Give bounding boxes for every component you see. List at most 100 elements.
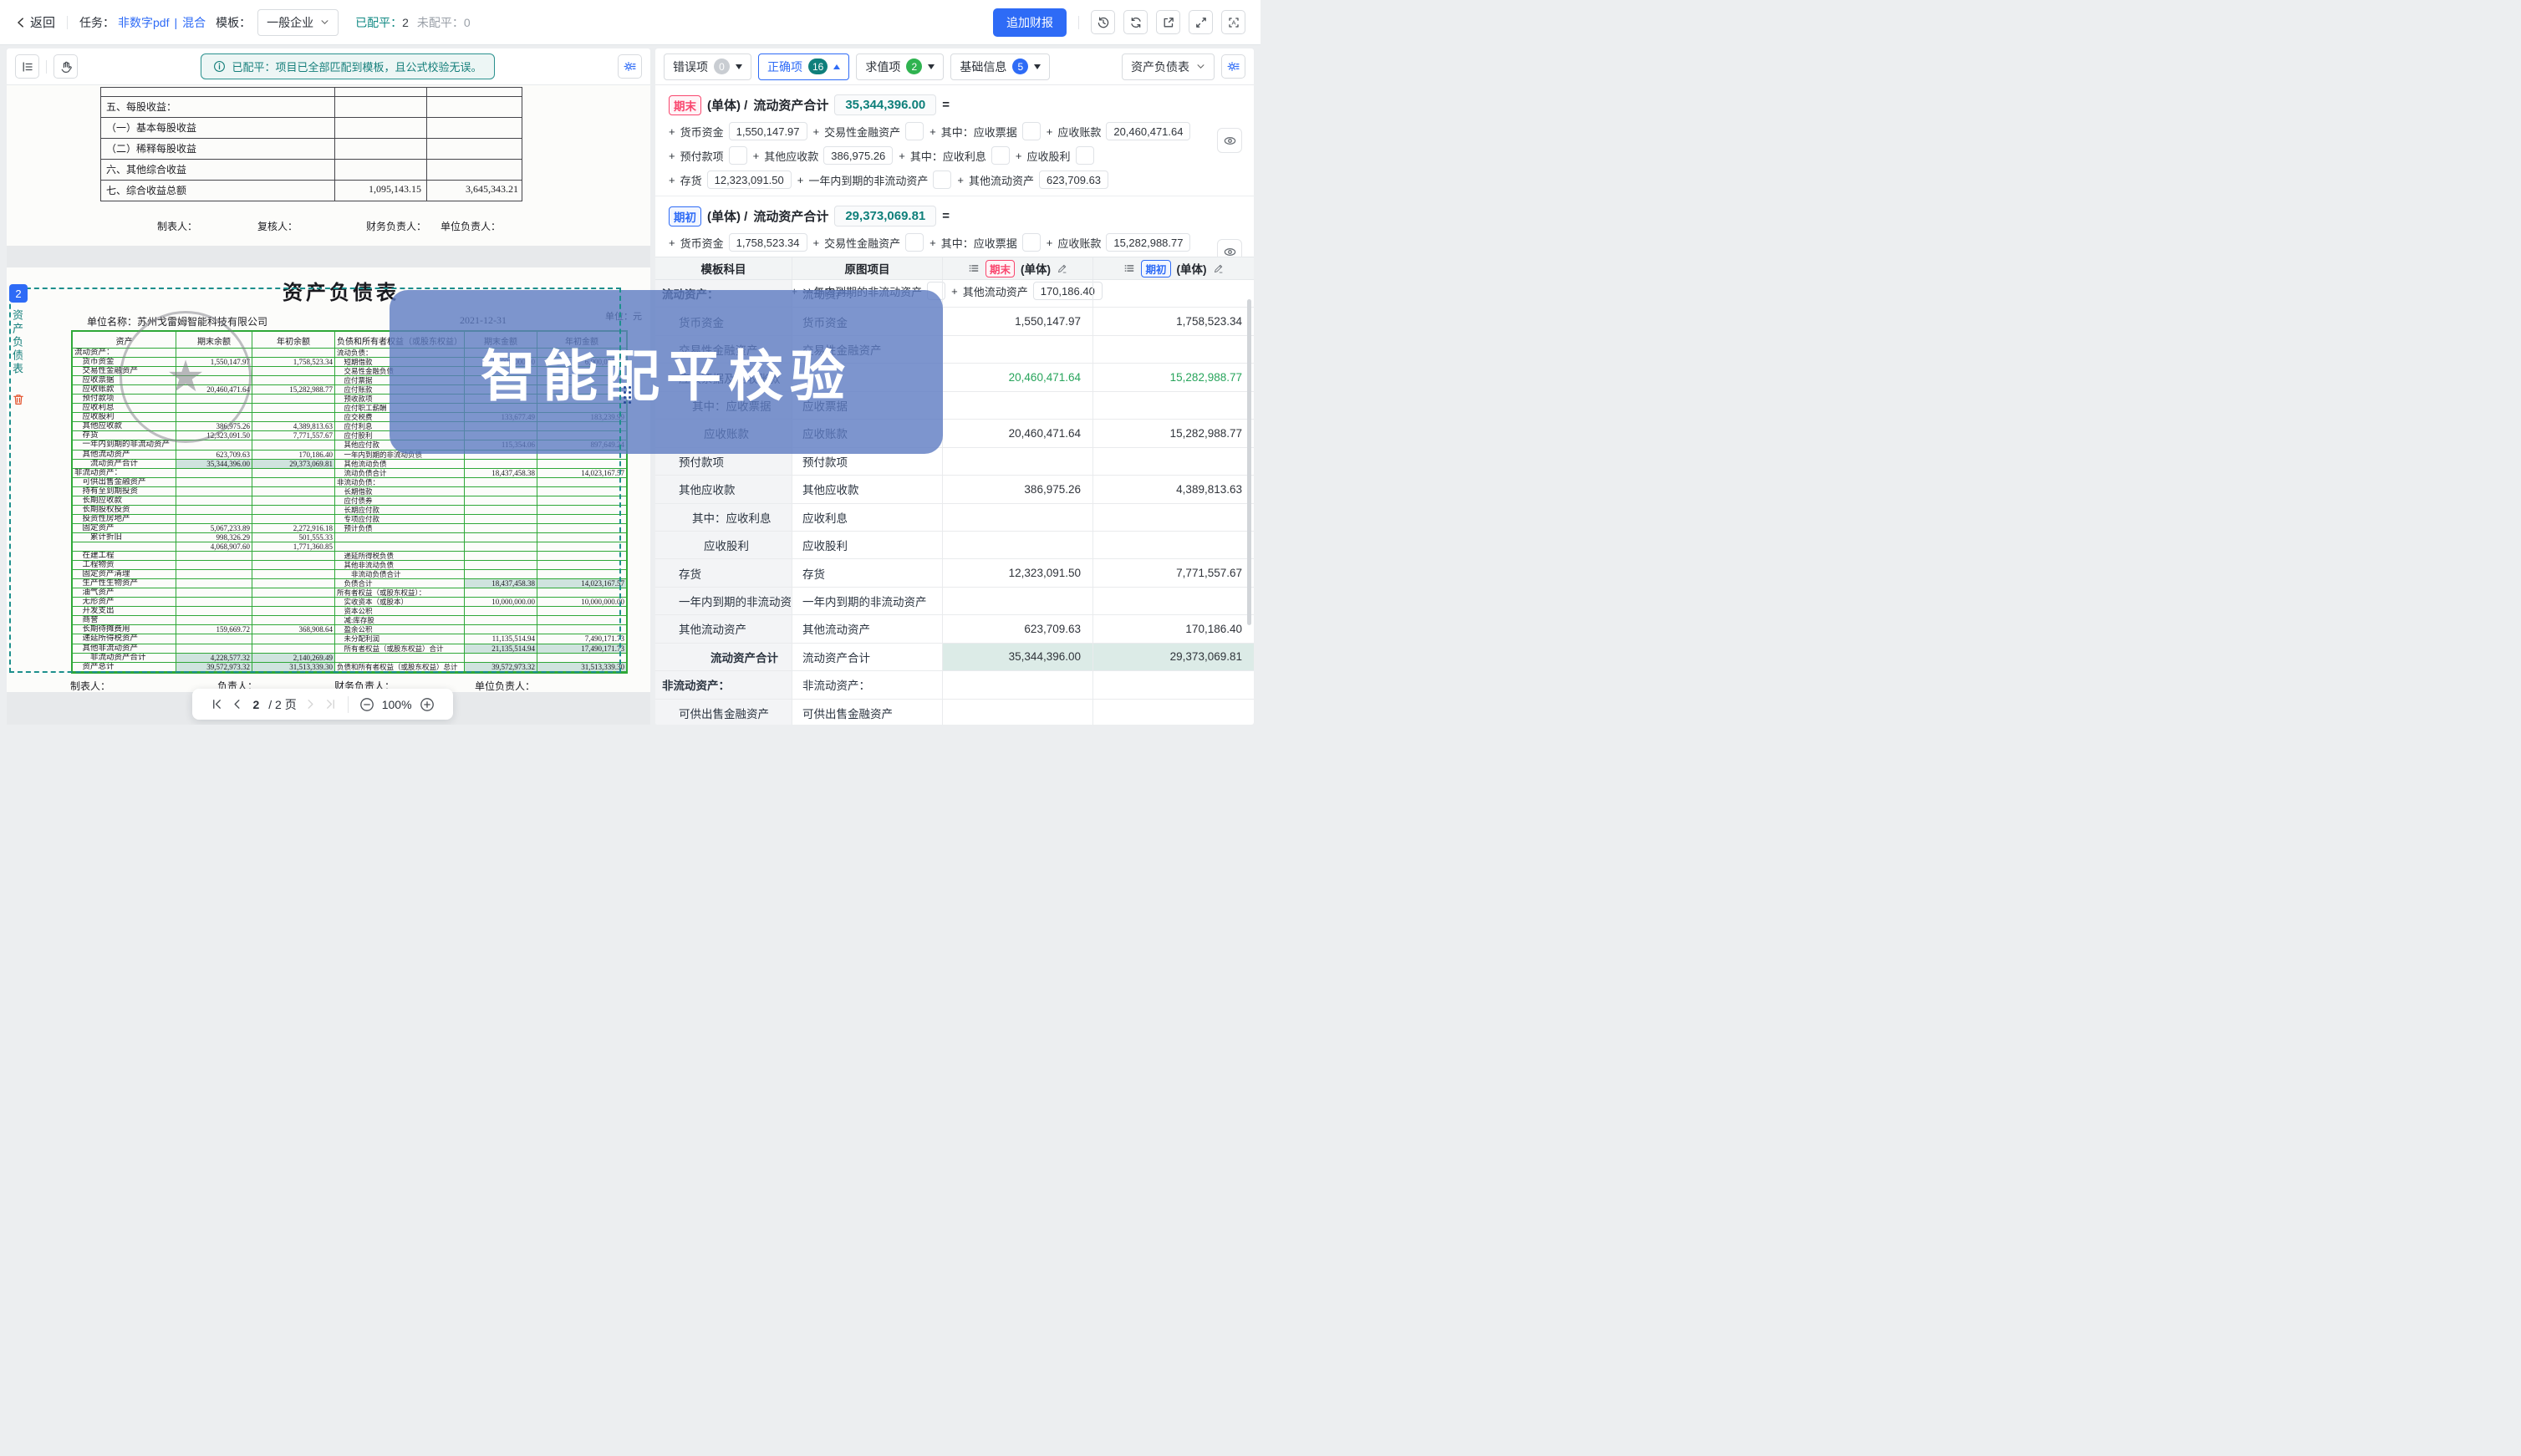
- table-row[interactable]: 可供出售金融资产可供出售金融资产: [655, 700, 1254, 725]
- tab-错误项[interactable]: 错误项0: [664, 53, 751, 80]
- document-viewport[interactable]: 五、每股收益：（一）基本每股收益（二）稀释每股收益六、其他综合收益七、综合收益总…: [7, 85, 650, 725]
- refresh-button[interactable]: [1123, 10, 1148, 34]
- last-page-button[interactable]: [324, 698, 337, 710]
- doc-settings-button[interactable]: [618, 54, 642, 79]
- tab-基础信息[interactable]: 基础信息5: [950, 53, 1050, 80]
- table-row[interactable]: 应收账款应收账款20,460,471.6415,282,988.77: [655, 420, 1254, 447]
- list-icon[interactable]: [968, 262, 980, 274]
- task-mode-link[interactable]: 混合: [182, 14, 206, 31]
- formula-total[interactable]: 35,344,396.00: [834, 94, 936, 115]
- term-value-box[interactable]: [933, 171, 951, 189]
- begin-value-cell[interactable]: 29,373,069.81: [1093, 644, 1254, 670]
- term-value-box[interactable]: 15,282,988.77: [1106, 233, 1190, 252]
- table-row[interactable]: 一年内到期的非流动资产一年内到期的非流动资产: [655, 588, 1254, 615]
- table-row[interactable]: 交易性金融资产交易性金融资产: [655, 336, 1254, 364]
- begin-value-cell[interactable]: 170,186.40: [1093, 615, 1254, 642]
- tab-求值项[interactable]: 求值项2: [856, 53, 944, 80]
- term-value-box[interactable]: 12,323,091.50: [707, 171, 792, 189]
- ocr-button[interactable]: A: [1221, 10, 1245, 34]
- end-value-cell[interactable]: 1,550,147.97: [943, 308, 1093, 334]
- end-value-cell[interactable]: [943, 700, 1093, 725]
- zoom-in-button[interactable]: [420, 697, 435, 712]
- begin-value-cell[interactable]: 1,758,523.34: [1093, 308, 1254, 334]
- current-page[interactable]: 2: [252, 698, 259, 711]
- term-value-box[interactable]: 1,550,147.97: [729, 122, 807, 140]
- task-name-link[interactable]: 非数字pdf: [118, 14, 169, 31]
- begin-value-cell[interactable]: 15,282,988.77: [1093, 420, 1254, 446]
- term-value-box[interactable]: [991, 146, 1010, 165]
- table-row[interactable]: 非流动资产：非流动资产：: [655, 671, 1254, 699]
- end-value-cell[interactable]: [943, 280, 1093, 307]
- begin-value-cell[interactable]: 4,389,813.63: [1093, 476, 1254, 502]
- end-value-cell[interactable]: [943, 448, 1093, 475]
- term-value-box[interactable]: [729, 146, 747, 165]
- tab-正确项[interactable]: 正确项16: [758, 53, 849, 80]
- table-row[interactable]: 流动资产合计流动资产合计35,344,396.0029,373,069.81: [655, 644, 1254, 671]
- term-value-box[interactable]: [1076, 146, 1094, 165]
- end-value-cell[interactable]: 20,460,471.64: [943, 364, 1093, 390]
- table-row[interactable]: 流动资产：流动资产：: [655, 280, 1254, 308]
- pan-hand-button[interactable]: [53, 54, 78, 79]
- begin-value-cell[interactable]: [1093, 700, 1254, 725]
- term-value-box[interactable]: [1022, 233, 1041, 252]
- table-row[interactable]: 其他应收款其他应收款386,975.264,389,813.63: [655, 476, 1254, 503]
- end-value-cell[interactable]: [943, 671, 1093, 698]
- list-icon[interactable]: [1123, 262, 1135, 274]
- end-value-cell[interactable]: [943, 392, 1093, 419]
- term-value-box[interactable]: 623,709.63: [1039, 171, 1108, 189]
- template-select[interactable]: 一般企业: [257, 9, 339, 36]
- table-row[interactable]: 货币资金货币资金1,550,147.971,758,523.34: [655, 308, 1254, 335]
- term-value-box[interactable]: 386,975.26: [823, 146, 893, 165]
- begin-value-cell[interactable]: 7,771,557.67: [1093, 559, 1254, 586]
- preview-eye-button[interactable]: [1217, 128, 1242, 153]
- prev-page-button[interactable]: [231, 698, 243, 710]
- back-button[interactable]: 返回: [15, 13, 55, 31]
- table-row[interactable]: 应收股利应收股利: [655, 532, 1254, 559]
- sheet-selection-label[interactable]: 资产负债表: [9, 309, 25, 376]
- add-report-button[interactable]: 追加财报: [993, 8, 1067, 37]
- end-value-cell[interactable]: 20,460,471.64: [943, 420, 1093, 446]
- begin-value-cell[interactable]: [1093, 504, 1254, 531]
- end-value-cell[interactable]: 35,344,396.00: [943, 644, 1093, 670]
- formula-total[interactable]: 29,373,069.81: [834, 206, 936, 227]
- table-row[interactable]: 存货存货12,323,091.507,771,557.67: [655, 559, 1254, 587]
- begin-value-cell[interactable]: [1093, 671, 1254, 698]
- table-row[interactable]: 预付款项预付款项: [655, 448, 1254, 476]
- fullscreen-button[interactable]: [1189, 10, 1213, 34]
- end-value-cell[interactable]: [943, 532, 1093, 558]
- begin-value-cell[interactable]: [1093, 280, 1254, 307]
- table-row[interactable]: 其他流动资产其他流动资产623,709.63170,186.40: [655, 615, 1254, 643]
- history-button[interactable]: [1091, 10, 1115, 34]
- zoom-out-button[interactable]: [359, 697, 374, 712]
- sheet-selection-badge[interactable]: 2: [9, 284, 28, 303]
- drag-handle-icon[interactable]: [624, 386, 632, 405]
- next-page-button[interactable]: [304, 698, 317, 710]
- term-value-box[interactable]: [905, 122, 924, 140]
- begin-value-cell[interactable]: [1093, 336, 1254, 363]
- end-value-cell[interactable]: [943, 336, 1093, 363]
- pencil-icon[interactable]: [1057, 263, 1067, 274]
- end-value-cell[interactable]: 623,709.63: [943, 615, 1093, 642]
- begin-value-cell[interactable]: 15,282,988.77: [1093, 364, 1254, 390]
- table-row[interactable]: 其中：应收票据应收票据: [655, 392, 1254, 420]
- end-value-cell[interactable]: 386,975.26: [943, 476, 1093, 502]
- outline-toggle-button[interactable]: [15, 54, 39, 79]
- trash-icon[interactable]: [12, 393, 25, 406]
- vertical-scrollbar[interactable]: [1247, 299, 1251, 625]
- table-row[interactable]: 其中：应收利息应收利息: [655, 504, 1254, 532]
- first-page-button[interactable]: [211, 698, 223, 710]
- table-row[interactable]: 应收票据及应收账款20,460,471.6415,282,988.77: [655, 364, 1254, 391]
- export-button[interactable]: [1156, 10, 1180, 34]
- end-value-cell[interactable]: 12,323,091.50: [943, 559, 1093, 586]
- term-value-box[interactable]: 1,758,523.34: [729, 233, 807, 252]
- sheet-select[interactable]: 资产负债表: [1122, 53, 1215, 80]
- begin-value-cell[interactable]: [1093, 448, 1254, 475]
- term-value-box[interactable]: [1022, 122, 1041, 140]
- term-value-box[interactable]: 20,460,471.64: [1106, 122, 1190, 140]
- end-value-cell[interactable]: [943, 588, 1093, 614]
- begin-value-cell[interactable]: [1093, 392, 1254, 419]
- term-value-box[interactable]: [905, 233, 924, 252]
- end-value-cell[interactable]: [943, 504, 1093, 531]
- pencil-icon[interactable]: [1213, 263, 1224, 274]
- begin-value-cell[interactable]: [1093, 588, 1254, 614]
